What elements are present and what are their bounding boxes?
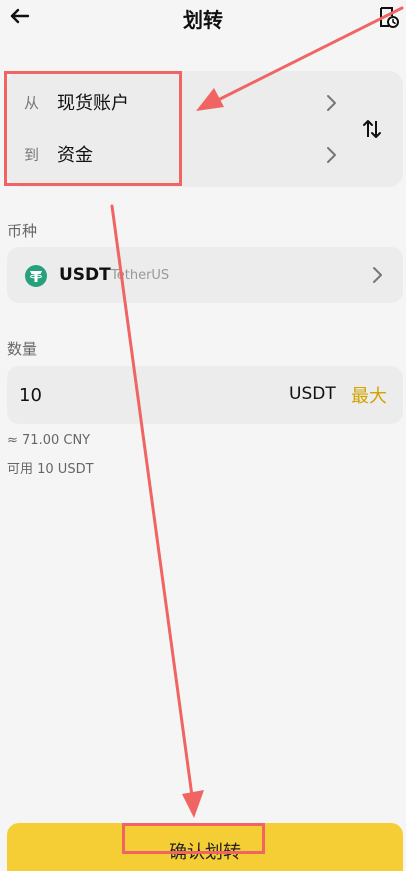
chevron-right-icon bbox=[327, 147, 336, 163]
to-account-selector[interactable]: 到 资金 bbox=[7, 131, 357, 181]
confirm-transfer-label: 确认划转 bbox=[169, 842, 241, 863]
available-balance-text: 可用 10 USDT bbox=[7, 462, 94, 477]
chevron-right-icon bbox=[373, 267, 382, 283]
amount-unit: USDT bbox=[289, 384, 336, 404]
currency-name: TetherUS bbox=[111, 268, 170, 283]
max-amount-button[interactable]: 最大 bbox=[351, 382, 387, 408]
currency-selector[interactable]: USDT TetherUS bbox=[7, 247, 403, 303]
from-account-selector[interactable]: 从 现货账户 bbox=[7, 79, 357, 129]
amount-section-label: 数量 bbox=[7, 340, 38, 358]
swap-vertical-icon bbox=[363, 120, 381, 138]
from-label: 从 bbox=[24, 94, 40, 112]
transfer-account-card: 从 现货账户 到 资金 bbox=[7, 71, 403, 187]
amount-input[interactable] bbox=[19, 381, 179, 409]
to-label: 到 bbox=[24, 146, 40, 164]
transfer-history-icon bbox=[380, 7, 399, 28]
transfer-history-button[interactable] bbox=[377, 5, 399, 29]
currency-symbol: USDT bbox=[59, 265, 111, 285]
confirm-transfer-button[interactable]: 确认划转 bbox=[7, 823, 403, 871]
swap-accounts-button[interactable] bbox=[361, 117, 383, 141]
currency-section-label: 币种 bbox=[7, 222, 38, 240]
to-account-value: 资金 bbox=[57, 145, 93, 166]
page-title: 划转 bbox=[183, 8, 223, 32]
arrow-head-icon bbox=[182, 790, 204, 818]
page-header: 划转 bbox=[0, 0, 406, 36]
tether-icon bbox=[25, 265, 47, 287]
approx-cny-value: ≈ 71.00 CNY bbox=[7, 433, 91, 448]
amount-field-card: USDT 最大 bbox=[7, 366, 403, 424]
chevron-right-icon bbox=[327, 95, 336, 111]
from-account-value: 现货账户 bbox=[57, 93, 129, 114]
